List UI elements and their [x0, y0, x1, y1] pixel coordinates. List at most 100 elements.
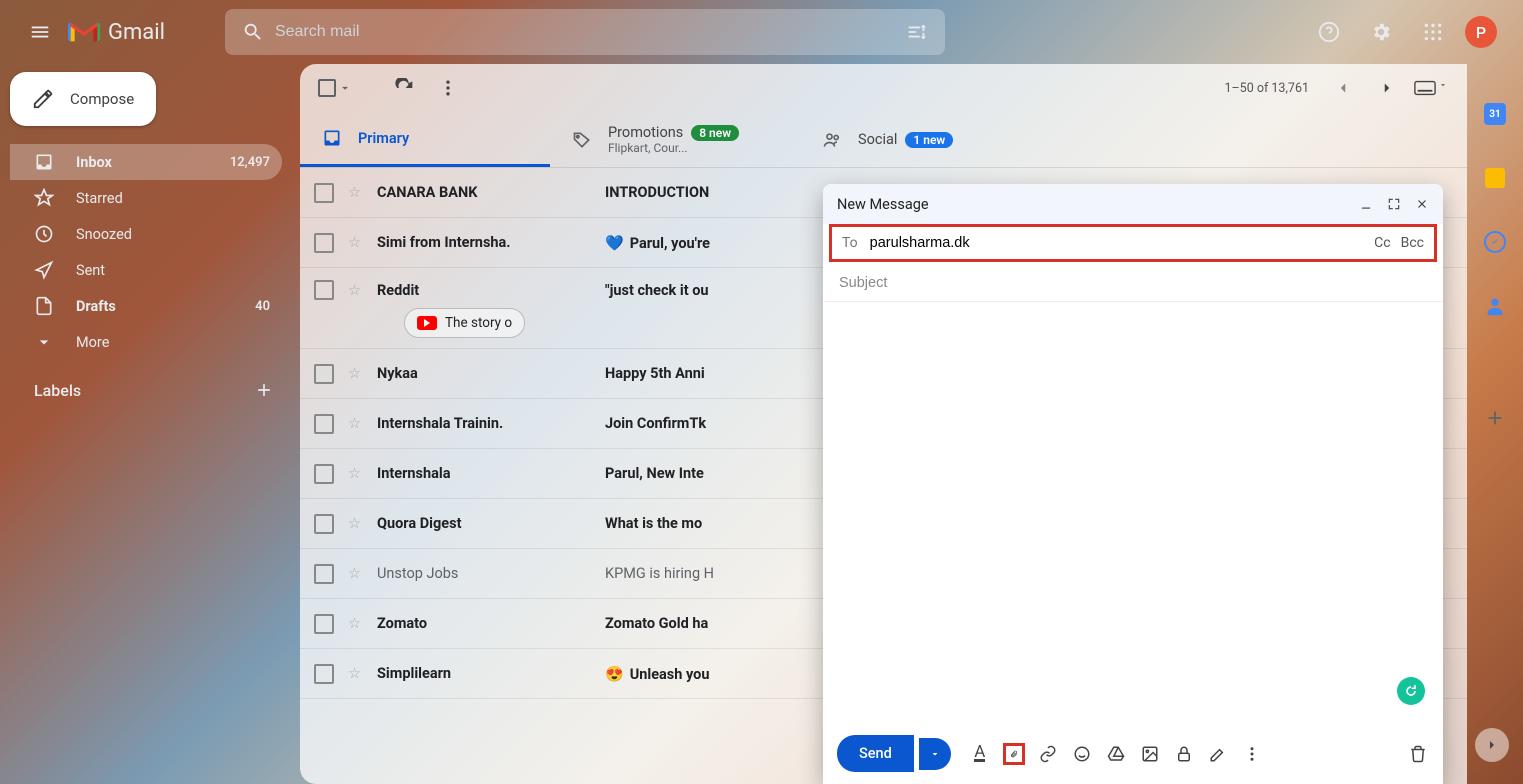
email-subject: 💙Parul, you're	[605, 234, 710, 252]
tab-primary[interactable]: Primary	[300, 112, 550, 167]
star-icon[interactable]: ☆	[348, 615, 361, 632]
fullscreen-icon[interactable]	[1387, 197, 1401, 211]
support-icon[interactable]	[1309, 12, 1349, 52]
row-checkbox[interactable]	[314, 514, 334, 534]
star-icon[interactable]: ☆	[348, 415, 361, 432]
close-icon[interactable]	[1415, 197, 1429, 211]
compose-header[interactable]: New Message	[823, 184, 1443, 224]
add-label-icon[interactable]	[254, 380, 274, 400]
gmail-logo[interactable]: Gmail	[68, 20, 165, 45]
sent-icon	[34, 260, 58, 280]
grammarly-icon[interactable]	[1397, 677, 1425, 705]
attach-file-icon[interactable]	[1003, 743, 1025, 765]
to-input[interactable]	[870, 235, 1374, 251]
star-icon[interactable]: ☆	[348, 665, 361, 682]
insert-photo-icon[interactable]	[1139, 743, 1161, 765]
tab-social[interactable]: Social 1 new	[800, 112, 1050, 167]
insert-emoji-icon[interactable]	[1071, 743, 1093, 765]
sidebar-item-sent[interactable]: Sent	[10, 252, 282, 288]
email-sender: Simi from Internsha.	[377, 234, 605, 251]
compose-button[interactable]: Compose	[10, 72, 156, 126]
row-checkbox[interactable]	[314, 280, 334, 300]
search-input[interactable]	[275, 23, 895, 41]
confidential-mode-icon[interactable]	[1173, 743, 1195, 765]
subject-input[interactable]	[839, 275, 1427, 291]
sidebar-item-snoozed[interactable]: Snoozed	[10, 216, 282, 252]
insert-link-icon[interactable]	[1037, 743, 1059, 765]
star-icon[interactable]: ☆	[348, 465, 361, 482]
nav-list: Inbox 12,497 Starred Snoozed Sent Drafts…	[10, 144, 292, 360]
more-icon[interactable]	[426, 78, 470, 98]
compose-to-field[interactable]: To Cc Bcc	[829, 224, 1437, 262]
star-icon[interactable]: ☆	[348, 184, 361, 201]
sidebar-item-more[interactable]: More	[10, 324, 282, 360]
compose-subject-field[interactable]	[823, 262, 1443, 302]
star-icon[interactable]: ☆	[348, 565, 361, 582]
sidebar-item-inbox[interactable]: Inbox 12,497	[10, 144, 282, 180]
email-sender: Quora Digest	[377, 515, 605, 532]
compose-label: Compose	[70, 90, 134, 108]
sidebar-item-count: 12,497	[230, 155, 270, 170]
sidebar-item-starred[interactable]: Starred	[10, 180, 282, 216]
insert-drive-icon[interactable]	[1105, 743, 1127, 765]
sidebar-item-label: Starred	[76, 190, 123, 207]
tab-promotions[interactable]: Promotions 8 new Flipkart, Cour...	[550, 112, 800, 167]
next-page-icon[interactable]	[1365, 79, 1409, 97]
prev-page-icon[interactable]	[1321, 79, 1365, 97]
hide-side-panel-icon[interactable]	[1475, 728, 1509, 762]
cc-button[interactable]: Cc	[1374, 235, 1390, 251]
contacts-app-icon[interactable]	[1475, 286, 1515, 326]
compose-window: New Message To Cc Bcc Send A	[823, 184, 1443, 784]
tab-label: Primary	[358, 130, 409, 147]
tab-label: Social	[858, 131, 897, 148]
keep-app-icon[interactable]	[1475, 158, 1515, 198]
add-app-icon[interactable]	[1475, 398, 1515, 438]
email-subject: INTRODUCTION	[605, 184, 709, 201]
star-icon[interactable]: ☆	[348, 515, 361, 532]
email-subject: What is the mo	[605, 515, 702, 532]
minimize-icon[interactable]	[1359, 197, 1373, 211]
labels-heading: Labels	[10, 360, 292, 400]
search-bar[interactable]	[225, 9, 945, 55]
account-avatar[interactable]: P	[1465, 16, 1497, 48]
youtube-icon	[417, 316, 437, 330]
drafts-icon	[34, 296, 58, 316]
row-checkbox[interactable]	[314, 183, 334, 203]
sidebar-item-drafts[interactable]: Drafts 40	[10, 288, 282, 324]
discard-draft-icon[interactable]	[1407, 743, 1429, 765]
refresh-icon[interactable]	[382, 78, 426, 98]
main-menu-button[interactable]	[16, 8, 64, 56]
compose-title: New Message	[837, 196, 929, 213]
bcc-button[interactable]: Bcc	[1401, 235, 1424, 251]
tab-subtitle: Flipkart, Cour...	[608, 141, 739, 155]
email-sender: Nykaa	[377, 365, 605, 382]
settings-icon[interactable]	[1361, 12, 1401, 52]
email-subject: 😍Unleash you	[605, 665, 709, 683]
apps-icon[interactable]	[1413, 12, 1453, 52]
send-button[interactable]: Send	[837, 735, 914, 772]
search-options-icon[interactable]	[895, 21, 939, 43]
row-checkbox[interactable]	[314, 614, 334, 634]
more-options-icon[interactable]	[1241, 743, 1263, 765]
calendar-app-icon[interactable]: 31	[1475, 94, 1515, 134]
input-tools-icon[interactable]	[1409, 80, 1453, 96]
signature-icon[interactable]	[1207, 743, 1229, 765]
compose-body[interactable]	[823, 302, 1443, 723]
row-checkbox[interactable]	[314, 664, 334, 684]
row-checkbox[interactable]	[314, 464, 334, 484]
star-icon[interactable]: ☆	[348, 282, 361, 299]
attachment-chip[interactable]: The story o	[404, 308, 525, 338]
row-checkbox[interactable]	[314, 364, 334, 384]
select-all-checkbox[interactable]	[314, 75, 356, 101]
search-icon[interactable]	[231, 21, 275, 43]
star-icon[interactable]: ☆	[348, 234, 361, 251]
send-options-button[interactable]	[919, 738, 951, 770]
email-sender: Unstop Jobs	[377, 565, 605, 582]
star-icon[interactable]: ☆	[348, 365, 361, 382]
formatting-icon[interactable]: A	[969, 743, 991, 765]
row-checkbox[interactable]	[314, 414, 334, 434]
row-checkbox[interactable]	[314, 233, 334, 253]
tasks-app-icon[interactable]	[1475, 222, 1515, 262]
clock-icon	[34, 224, 58, 244]
row-checkbox[interactable]	[314, 564, 334, 584]
